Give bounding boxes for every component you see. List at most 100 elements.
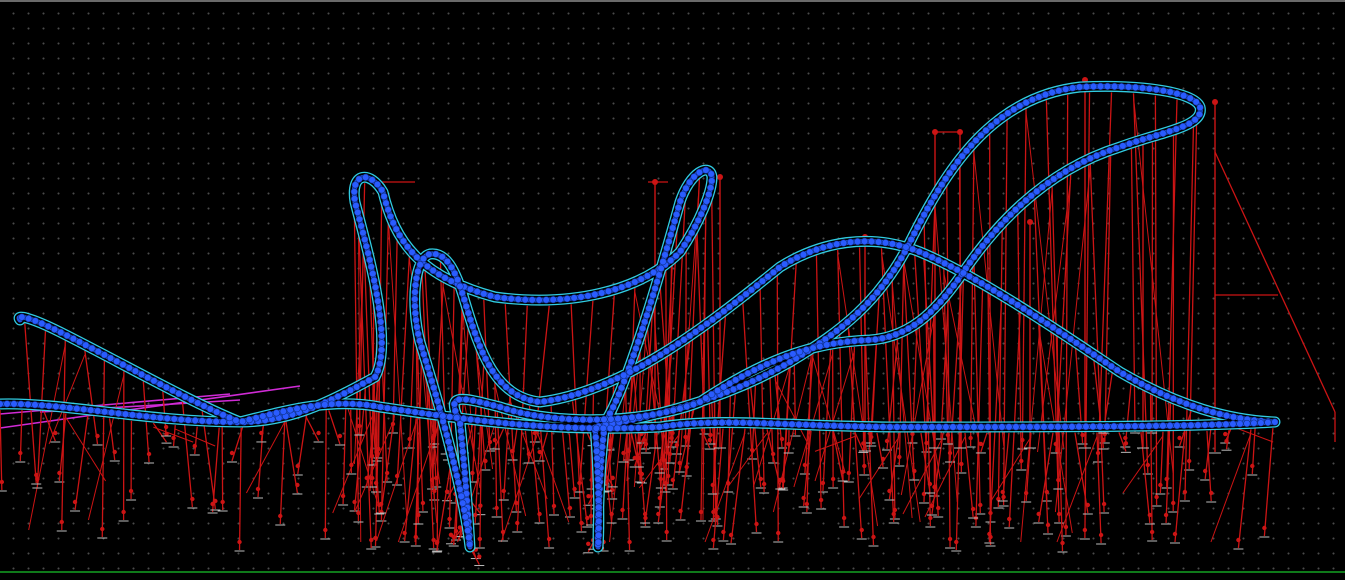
track-tie xyxy=(1102,359,1109,366)
track-tie xyxy=(636,413,643,420)
track-tie xyxy=(477,343,484,350)
track-tie xyxy=(887,424,894,431)
track-tie xyxy=(966,273,973,280)
track-tie xyxy=(383,200,390,207)
track-tie xyxy=(748,287,755,294)
support-joint xyxy=(1262,526,1266,530)
track-tie xyxy=(762,372,769,379)
track-tie xyxy=(978,424,985,431)
support-post xyxy=(102,361,104,537)
support-joint xyxy=(1124,441,1128,445)
track-tie xyxy=(416,337,423,344)
support-joint xyxy=(589,514,593,518)
support-joint xyxy=(936,506,940,510)
track-tie xyxy=(1106,147,1113,154)
track-tie xyxy=(770,269,777,276)
track-tie xyxy=(608,416,615,423)
track-tie xyxy=(594,416,601,423)
support-joint xyxy=(1007,517,1011,521)
track-tie xyxy=(463,483,470,490)
track-tie xyxy=(775,420,782,427)
track-tie xyxy=(443,432,450,439)
track-tie xyxy=(1097,83,1104,90)
track-tie xyxy=(833,241,840,248)
track-tie xyxy=(924,205,931,212)
track-tie xyxy=(882,239,889,246)
support-post xyxy=(686,248,687,445)
support-joint xyxy=(494,506,498,510)
track-tie xyxy=(378,354,385,361)
track-tie xyxy=(620,372,627,379)
track-tie xyxy=(675,204,682,211)
track-tie xyxy=(595,483,602,490)
track-tie xyxy=(459,442,466,449)
track-tie xyxy=(1007,211,1014,218)
track-tie xyxy=(656,424,663,431)
track-tie xyxy=(1167,89,1174,96)
track-tie xyxy=(1258,420,1265,427)
track-tie xyxy=(1074,161,1081,168)
support-joint xyxy=(220,500,224,504)
track-tie xyxy=(595,497,602,504)
track-tie xyxy=(527,397,534,404)
track-tie xyxy=(1160,87,1167,94)
coaster-editor-viewport[interactable] xyxy=(0,0,1345,578)
support-joint xyxy=(897,455,901,459)
track-tie xyxy=(385,207,392,214)
support-joint xyxy=(501,530,505,534)
track-tie xyxy=(113,358,120,365)
track-tie xyxy=(708,391,715,398)
track-tie xyxy=(737,295,744,302)
track-tie xyxy=(372,284,379,291)
track-tie xyxy=(192,417,199,424)
track-tie xyxy=(616,391,623,398)
support-post xyxy=(306,416,319,441)
track-tie xyxy=(524,411,531,418)
track-tie xyxy=(642,424,649,431)
track-tie xyxy=(787,359,794,366)
track-tie xyxy=(477,399,484,406)
track-tie xyxy=(688,230,695,237)
track-tie xyxy=(479,349,486,356)
track-tie xyxy=(800,251,807,258)
track-tie xyxy=(1186,120,1193,127)
track-tie xyxy=(1005,110,1012,117)
track-tie xyxy=(928,199,935,206)
track-tie xyxy=(70,335,77,342)
track-tie xyxy=(754,282,761,289)
support-joint xyxy=(887,489,891,493)
track-tie xyxy=(601,416,608,423)
track-tie xyxy=(544,423,551,430)
track-tie xyxy=(613,398,620,405)
support-joint xyxy=(477,554,481,558)
track-tie xyxy=(922,251,929,258)
track-tie xyxy=(530,422,537,429)
support-joint xyxy=(987,532,991,536)
track-tie xyxy=(1017,202,1024,209)
track-tie xyxy=(366,257,373,264)
track-tie xyxy=(463,303,470,310)
support-post xyxy=(285,417,297,493)
coaster-scene[interactable] xyxy=(0,2,1345,580)
track-tie xyxy=(950,424,957,431)
track-tie xyxy=(1132,377,1139,384)
track-tie xyxy=(501,295,508,302)
track-tie xyxy=(76,339,83,346)
track-tie xyxy=(1209,421,1216,428)
track-tie xyxy=(594,462,601,469)
track-layout[interactable] xyxy=(0,83,1278,548)
track-tie xyxy=(523,422,530,429)
track-tie xyxy=(638,276,645,283)
track-rails[interactable] xyxy=(0,86,1275,547)
track-tie xyxy=(781,362,788,369)
support-joint xyxy=(819,498,823,502)
support-joint xyxy=(842,516,846,520)
track-tie xyxy=(937,298,944,305)
track-tie xyxy=(493,373,500,380)
track-tie xyxy=(122,411,129,418)
track-tie xyxy=(978,132,985,139)
track-tie xyxy=(1090,83,1097,90)
track-tie xyxy=(894,261,901,268)
track-tie xyxy=(959,153,966,160)
track-tie xyxy=(356,401,363,408)
